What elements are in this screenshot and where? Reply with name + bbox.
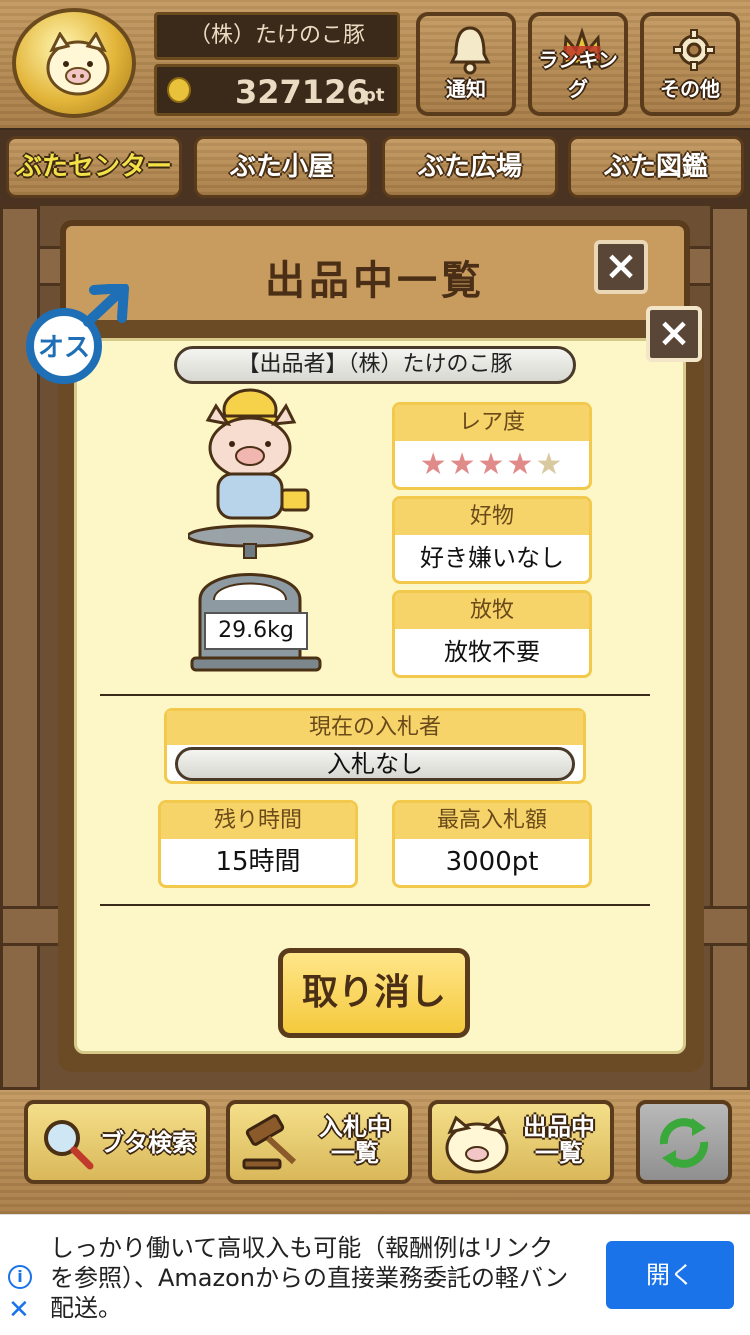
bidder-label: 現在の入札者 bbox=[167, 711, 583, 745]
player-emblem[interactable] bbox=[12, 8, 136, 118]
bell-icon bbox=[449, 26, 491, 75]
tab-buta-hiroba[interactable]: ぶた広場 bbox=[382, 136, 558, 198]
scene-post bbox=[710, 206, 750, 1090]
pig-face-icon bbox=[445, 1115, 509, 1174]
ad-banner[interactable]: i ✕ しっかり働いて高収入も可能（報酬例はリンクを参照）、Amazonからの直… bbox=[0, 1214, 750, 1335]
highest-bid-value: 3000pt bbox=[445, 847, 539, 877]
listing-title: 出品中一覧 bbox=[265, 258, 485, 304]
pig-face-icon bbox=[46, 32, 110, 96]
star-icon: ★ bbox=[506, 447, 536, 482]
coin-icon bbox=[167, 77, 191, 103]
rarity-label: レア度 bbox=[395, 405, 589, 441]
tab-buta-center[interactable]: ぶたセンター bbox=[6, 136, 182, 198]
favorite-food-box: 好物 好き嫌いなし bbox=[392, 496, 592, 584]
cancel-listing-button[interactable]: 取り消し bbox=[278, 948, 470, 1038]
ranking-label: ランキング bbox=[538, 48, 618, 101]
remaining-time-box: 残り時間 15時間 bbox=[158, 800, 358, 888]
grazing-box: 放牧 放牧不要 bbox=[392, 590, 592, 678]
gavel-icon bbox=[242, 1114, 297, 1170]
star-empty-icon: ★ bbox=[535, 447, 565, 482]
modal-body bbox=[74, 338, 686, 1054]
modal-close-button[interactable]: × bbox=[646, 306, 702, 362]
remaining-label: 残り時間 bbox=[161, 803, 355, 839]
ad-open-button[interactable]: 開く bbox=[606, 1241, 734, 1309]
remaining-value: 15時間 bbox=[215, 847, 301, 877]
refresh-icon bbox=[659, 1118, 709, 1168]
tab-buta-koya[interactable]: ぶた小屋 bbox=[194, 136, 370, 198]
star-icon: ★ bbox=[477, 447, 507, 482]
company-name: （株）たけのこ豚 bbox=[154, 12, 400, 60]
ad-info-icon[interactable]: i bbox=[8, 1265, 32, 1289]
divider bbox=[100, 904, 650, 906]
bidding-list-button[interactable]: 入札中一覧 bbox=[226, 1100, 412, 1184]
listing-list-label: 出品中一覧 bbox=[523, 1113, 595, 1167]
pig-search-button[interactable]: ブタ検索 bbox=[24, 1100, 210, 1184]
settings-button[interactable]: その他 bbox=[640, 12, 740, 116]
points-display: 327126 pt bbox=[154, 64, 400, 116]
divider bbox=[100, 694, 650, 696]
gender-label: オス bbox=[38, 333, 90, 363]
gear-icon bbox=[673, 29, 715, 71]
grazing-label: 放牧 bbox=[395, 593, 589, 629]
bidding-list-label: 入札中一覧 bbox=[319, 1113, 391, 1167]
ranking-button[interactable]: ランキング bbox=[528, 12, 628, 116]
settings-label: その他 bbox=[660, 77, 720, 101]
ad-text: しっかり働いて高収入も可能（報酬例はリンクを参照）、Amazonからの直接業務委… bbox=[50, 1234, 569, 1322]
tab-buta-zukan[interactable]: ぶた図鑑 bbox=[568, 136, 744, 198]
bottom-toolbar: ブタ検索 入札中一覧 出品中一覧 bbox=[0, 1090, 750, 1214]
seller-label: 【出品者】（株）たけのこ豚 bbox=[174, 346, 576, 384]
notification-button[interactable]: 通知 bbox=[416, 12, 516, 116]
header: （株）たけのこ豚 327126 pt 通知 ランキング その他 bbox=[0, 0, 750, 128]
points-unit: pt bbox=[363, 85, 385, 106]
rarity-box: レア度 ★★★★★ bbox=[392, 402, 592, 490]
magnifier-icon bbox=[44, 1120, 94, 1170]
pig-search-label: ブタ検索 bbox=[100, 1129, 196, 1157]
favorite-value: 好き嫌いなし bbox=[420, 544, 564, 572]
refresh-button[interactable] bbox=[636, 1100, 732, 1184]
main-tabs: ぶたセンター ぶた小屋 ぶた広場 ぶた図鑑 bbox=[0, 130, 750, 206]
weight-readout: 29.6kg bbox=[204, 612, 308, 650]
grazing-value: 放牧不要 bbox=[444, 638, 540, 666]
current-bidder-box: 現在の入札者 入札なし bbox=[164, 708, 586, 784]
star-icon: ★ bbox=[448, 447, 478, 482]
listing-list-button[interactable]: 出品中一覧 bbox=[428, 1100, 614, 1184]
rarity-stars: ★★★★★ bbox=[395, 441, 589, 487]
points-value: 327126 bbox=[235, 73, 369, 111]
notification-label: 通知 bbox=[446, 77, 486, 101]
star-icon: ★ bbox=[419, 447, 449, 482]
bidder-value: 入札なし bbox=[175, 747, 575, 781]
listing-close-button[interactable]: × bbox=[594, 240, 648, 294]
male-gender-icon: オス bbox=[26, 284, 129, 384]
highest-bid-label: 最高入札額 bbox=[395, 803, 589, 839]
favorite-label: 好物 bbox=[395, 499, 589, 535]
highest-bid-box: 最高入札額 3000pt bbox=[392, 800, 592, 888]
ad-close-icon[interactable]: ✕ bbox=[8, 1295, 30, 1325]
